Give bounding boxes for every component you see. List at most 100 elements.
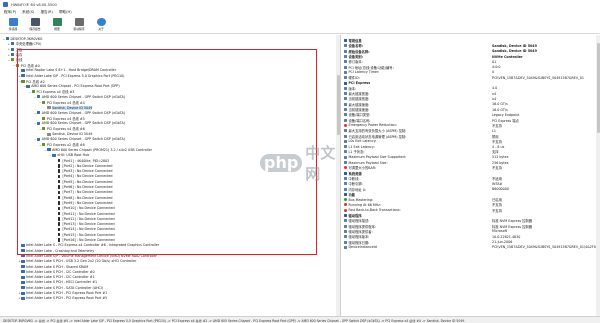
property-value: NVMe Controller xyxy=(492,54,523,59)
tree-node-label: Intel Alder Lake S/P - PCI Express 5.0 G… xyxy=(26,73,125,78)
tree-node-label: [Port3] : No Device Connected xyxy=(62,169,113,174)
tree-node-label: Intel Alder Lake S - PCI Express x4 Cont… xyxy=(26,243,160,248)
info-icon xyxy=(96,18,106,26)
property-icon xyxy=(344,70,347,74)
driver-icon xyxy=(74,18,84,26)
tree-node[interactable]: + Intel Alder Lake S PCH - PCI Express Ro… xyxy=(18,296,107,301)
property-value: Sandisk, Device ID 5049 xyxy=(492,43,537,48)
properties-scrollbar[interactable] xyxy=(596,35,600,316)
property-icon xyxy=(344,55,347,59)
title-bar: HWiNFO® 64 v8.00-5500 xyxy=(0,0,600,9)
device-icon xyxy=(10,42,15,46)
property-icon xyxy=(344,245,347,249)
tree-node-label: Intel Alder Lake S PCH - SATA Controller… xyxy=(26,285,104,290)
usb-port-icon xyxy=(58,180,61,184)
property-icon xyxy=(344,129,347,133)
property-key-text: Bus Mastering: xyxy=(348,197,374,202)
property-icon xyxy=(344,60,347,64)
about-button[interactable]: 关于 xyxy=(94,16,108,33)
property-icon xyxy=(344,182,347,186)
property-icon xyxy=(344,240,347,244)
property-icon xyxy=(344,86,347,90)
menu-system[interactable]: 系统(S) xyxy=(22,10,34,15)
property-key-text: Maximum Payload Size Supported: xyxy=(348,155,406,160)
collapse-icon[interactable]: − xyxy=(2,37,6,41)
property-value: x4 xyxy=(492,96,497,101)
summary-icon xyxy=(52,18,62,26)
property-key-text: L1 Exit Latency: xyxy=(348,144,375,149)
window-title: HWiNFO® 64 v8.00-5500 xyxy=(11,2,57,7)
section-icon xyxy=(344,39,347,43)
property-icon xyxy=(344,145,347,149)
property-value: 512 bytes xyxy=(492,155,509,160)
device-icon xyxy=(21,74,25,78)
properties-scrollbar-thumb[interactable] xyxy=(596,43,600,133)
tree-node-label: [Port8] : No Device Connected xyxy=(62,195,113,200)
tree-node-label: [Port11] : No Device Connected xyxy=(62,211,115,216)
property-key: PCI Latency Timer: xyxy=(344,70,492,74)
bus-icon xyxy=(41,116,46,120)
property-key-text: Fast Back-to-Back Transactions: xyxy=(348,208,401,213)
usb-port-icon xyxy=(58,233,61,237)
watermark-logo: php xyxy=(260,154,303,172)
tree-node-label: Intel Alder Lake S PCH - PCI Express Roo… xyxy=(26,291,108,296)
menu-program[interactable]: 程序(P) xyxy=(4,10,16,15)
property-key: Maximum Payload Size Supported: xyxy=(344,155,492,159)
tree-node-label: Intel Alder Lake - Crashlog and Telemetr… xyxy=(26,248,95,253)
sensors-button[interactable]: 传感器 xyxy=(6,16,20,33)
tree-node-label: Intel Alder Lake S PCH - I2C Controller … xyxy=(26,269,95,274)
property-key: DeviceInstanceId xyxy=(344,245,492,249)
tree-node-label: [Port4] : No Device Connected xyxy=(62,174,113,179)
drivers-button[interactable]: 驱动程序 xyxy=(72,16,86,33)
property-key: L1 Exit Latency: xyxy=(344,145,492,149)
device-icon xyxy=(21,270,25,274)
device-icon xyxy=(21,259,25,263)
property-key: Fast Back-to-Back Transactions: xyxy=(344,208,492,212)
usb-port-icon xyxy=(58,174,61,179)
usb-port-icon xyxy=(58,190,61,195)
tree-node-label: [Port6] : No Device Connected xyxy=(62,185,113,190)
tree-node-label: Intel Alder Lake S PCH - I2C Controller … xyxy=(26,275,95,280)
property-icon xyxy=(344,113,347,117)
menu-report[interactable]: 报告(R) xyxy=(40,10,53,15)
usb-port-icon xyxy=(58,211,61,216)
property-icon xyxy=(344,176,347,180)
menu-help[interactable]: 帮助(H) xyxy=(59,10,72,15)
tree-node-label: [Port9] : No Device Connected xyxy=(62,200,113,205)
usb-port-icon xyxy=(58,227,61,232)
tree-node-label: [Port5] : No Device Connected xyxy=(62,179,113,184)
storage-icon xyxy=(47,106,51,110)
device-icon xyxy=(5,37,9,41)
device-icon xyxy=(21,296,25,300)
property-key: PCI Express xyxy=(344,81,492,85)
collapse-icon[interactable]: − xyxy=(28,90,32,94)
property-value: INTA# xyxy=(492,181,503,186)
device-icon xyxy=(21,286,25,290)
property-key-text: Maximum Payload Size: xyxy=(348,160,388,165)
status-unsupported-icon xyxy=(344,208,347,212)
property-value: L1 xyxy=(492,128,496,133)
usb-port-icon xyxy=(58,201,61,205)
section-icon xyxy=(344,192,347,196)
property-key: L0s Exit Latency: xyxy=(344,139,492,143)
property-value: 256 bytes xyxy=(492,160,509,165)
device-icon xyxy=(21,68,25,72)
tree-node-label: Intel Alder Lake S/P - Volume Management… xyxy=(26,253,157,258)
property-value: 16.0 GT/s xyxy=(492,102,508,107)
property-icon xyxy=(344,229,347,233)
property-key-text: PCI Express xyxy=(348,81,371,86)
tree-node-label: Sandisk, Device ID 5049 xyxy=(52,132,93,137)
summary-button[interactable]: 概要 xyxy=(50,16,64,33)
menu-bar: 程序(P) 系统(S) 报告(R) 帮助(H) xyxy=(0,9,600,16)
property-icon xyxy=(344,235,347,239)
usb-port-icon xyxy=(58,217,61,221)
property-value: 0 xyxy=(492,70,495,75)
properties-pane[interactable]: 常规信息 设备名称: Sandisk, Device ID 5049 原始设备名称: S… xyxy=(342,35,600,316)
property-value: 10.0.22621.4830 xyxy=(492,234,521,239)
usb-port-icon xyxy=(58,206,61,210)
hwinfo-app-icon xyxy=(3,2,8,7)
save-report-button[interactable]: 保存报告 xyxy=(28,16,42,33)
tree-scrollbar-thumb[interactable] xyxy=(336,75,340,135)
property-icon xyxy=(344,97,347,101)
property-row[interactable]: DeviceInstanceId PCI\VEN_15B7&DEV_5049&SU… xyxy=(344,245,596,250)
